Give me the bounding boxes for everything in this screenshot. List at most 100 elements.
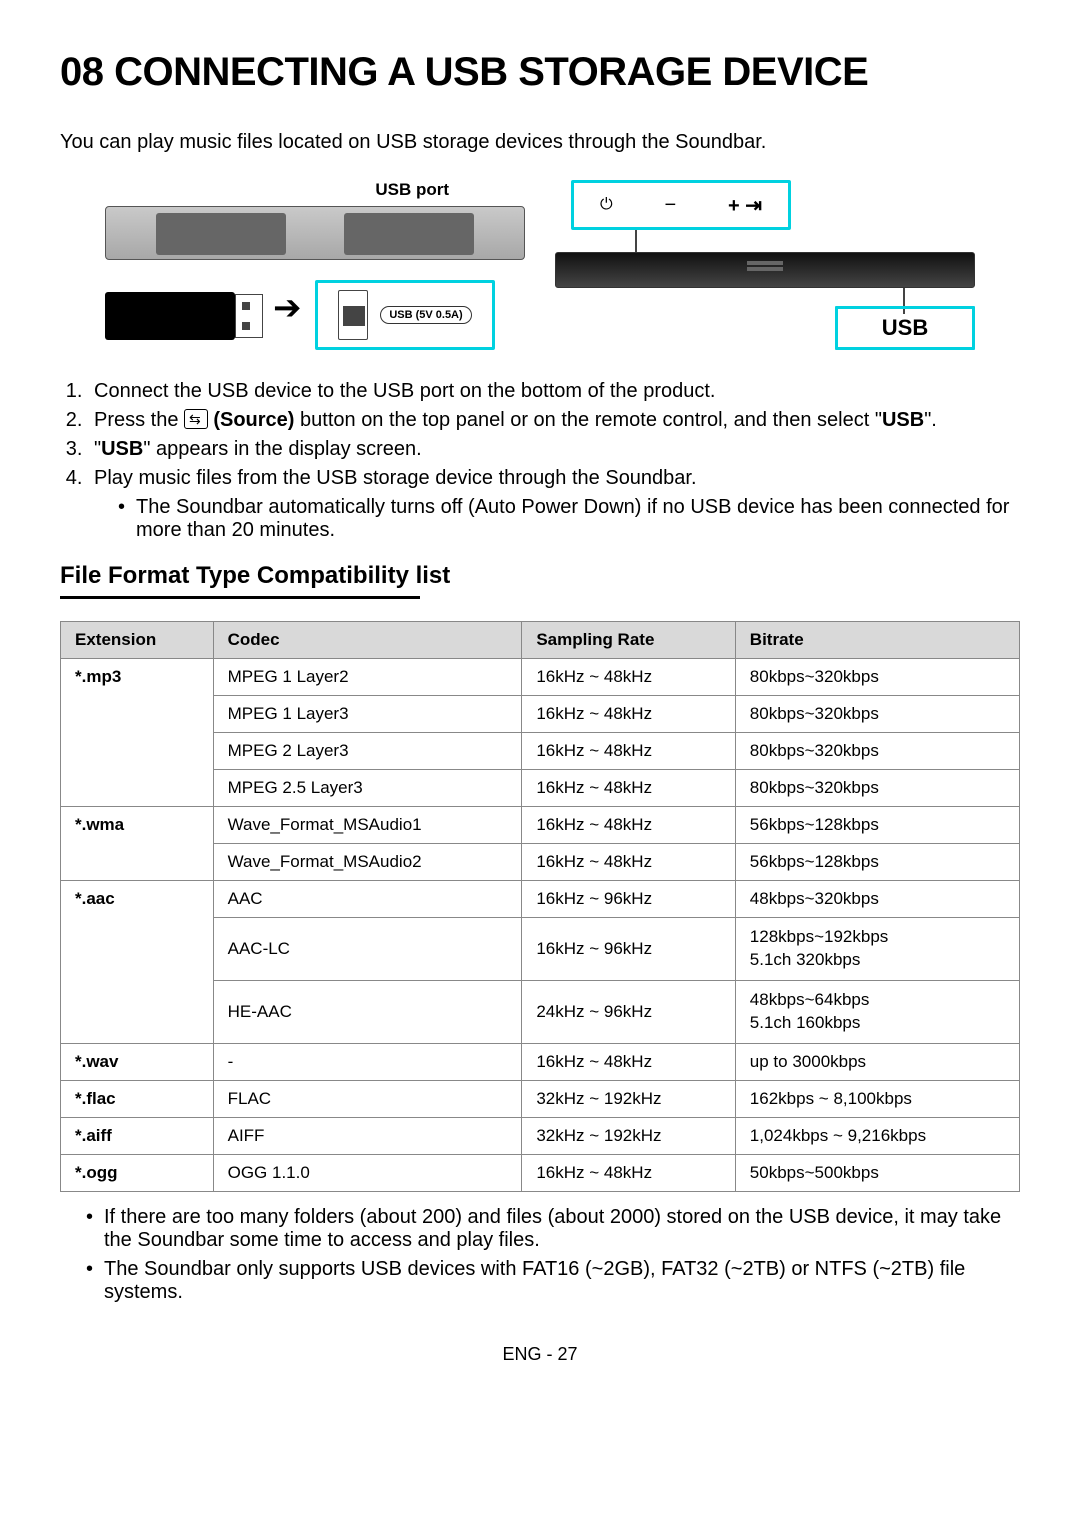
cell-bitrate: 80kbps~320kbps — [735, 770, 1019, 807]
usb-display-callout: USB — [835, 306, 975, 350]
cell-codec: AAC — [213, 881, 522, 918]
substeps: The Soundbar automatically turns off (Au… — [118, 496, 1020, 542]
page-title: 08 CONNECTING A USB STORAGE DEVICE — [60, 50, 1020, 95]
usb-5v-label: USB (5V 0.5A) — [380, 306, 471, 324]
top-panel-buttons: ⏻ − + ⇥ — [571, 180, 791, 230]
step-bold: USB — [101, 438, 143, 460]
step-1: Connect the USB device to the USB port o… — [88, 380, 1020, 403]
page-number: ENG - 27 — [60, 1344, 1020, 1365]
intro-text: You can play music files located on USB … — [60, 131, 1020, 154]
steps-list: Connect the USB device to the USB port o… — [78, 380, 1020, 542]
soundbar-top-illustration — [105, 206, 525, 260]
power-icon: ⏻ — [600, 196, 613, 214]
cell-codec: MPEG 2 Layer3 — [213, 733, 522, 770]
usb-stick-illustration — [105, 292, 235, 340]
table-row: *.wmaWave_Format_MSAudio116kHz ~ 48kHz56… — [61, 807, 1020, 844]
substep: The Soundbar automatically turns off (Au… — [118, 496, 1020, 542]
cell-codec: AAC-LC — [213, 918, 522, 981]
table-row: *.wav-16kHz ~ 48kHzup to 3000kbps — [61, 1043, 1020, 1080]
cell-extension: *.aiff — [61, 1117, 214, 1154]
cell-sampling-rate: 16kHz ~ 48kHz — [522, 733, 735, 770]
table-row: *.mp3MPEG 1 Layer216kHz ~ 48kHz80kbps~32… — [61, 659, 1020, 696]
note-item: The Soundbar only supports USB devices w… — [86, 1258, 1020, 1304]
callout-line — [635, 230, 637, 252]
th-bitrate: Bitrate — [735, 622, 1019, 659]
plus-source-icon: + ⇥ — [728, 193, 762, 218]
cell-bitrate: 56kbps~128kbps — [735, 844, 1019, 881]
cell-codec: MPEG 1 Layer2 — [213, 659, 522, 696]
step-3: "USB" appears in the display screen. — [88, 438, 1020, 461]
th-codec: Codec — [213, 622, 522, 659]
cell-extension: *.mp3 — [61, 659, 214, 807]
th-sampling-rate: Sampling Rate — [522, 622, 735, 659]
arrow-icon: ➔ — [273, 288, 302, 328]
cell-extension: *.wav — [61, 1043, 214, 1080]
diagram-usb-connection: USB port ➔ USB (5V 0.5A) — [105, 180, 525, 350]
cell-bitrate: 80kbps~320kbps — [735, 659, 1019, 696]
diagram-row: USB port ➔ USB (5V 0.5A) ⏻ − + ⇥ USB — [60, 180, 1020, 350]
cell-sampling-rate: 16kHz ~ 48kHz — [522, 1043, 735, 1080]
cell-codec: - — [213, 1043, 522, 1080]
cell-codec: MPEG 1 Layer3 — [213, 696, 522, 733]
cell-extension: *.wma — [61, 807, 214, 881]
step-text: Press the — [94, 409, 184, 431]
cell-sampling-rate: 16kHz ~ 96kHz — [522, 918, 735, 981]
cell-extension: *.ogg — [61, 1154, 214, 1191]
cell-bitrate: 80kbps~320kbps — [735, 696, 1019, 733]
step-text: Play music files from the USB storage de… — [94, 467, 697, 489]
cell-bitrate: 1,024kbps ~ 9,216kbps — [735, 1117, 1019, 1154]
step-text: Connect the USB device to the USB port o… — [94, 380, 715, 402]
source-icon: ⇆ — [184, 409, 208, 429]
table-header-row: Extension Codec Sampling Rate Bitrate — [61, 622, 1020, 659]
cell-sampling-rate: 16kHz ~ 48kHz — [522, 844, 735, 881]
table-row: *.oggOGG 1.1.016kHz ~ 48kHz50kbps~500kbp… — [61, 1154, 1020, 1191]
cell-bitrate: 128kbps~192kbps5.1ch 320kbps — [735, 918, 1019, 981]
soundbar-side-illustration — [555, 252, 975, 288]
table-row: *.aacAAC16kHz ~ 96kHz48kbps~320kbps — [61, 881, 1020, 918]
usb-socket-box: USB (5V 0.5A) — [315, 280, 495, 350]
compatibility-table: Extension Codec Sampling Rate Bitrate *.… — [60, 621, 1020, 1192]
cell-sampling-rate: 16kHz ~ 48kHz — [522, 659, 735, 696]
usb-socket-icon — [338, 290, 368, 340]
cell-codec: MPEG 2.5 Layer3 — [213, 770, 522, 807]
cell-bitrate: 48kbps~320kbps — [735, 881, 1019, 918]
cell-sampling-rate: 24kHz ~ 96kHz — [522, 980, 735, 1043]
cell-codec: HE-AAC — [213, 980, 522, 1043]
diagram-display: ⏻ − + ⇥ USB — [555, 180, 975, 350]
step-2: Press the ⇆ (Source) button on the top p… — [88, 409, 1020, 432]
cell-bitrate: 80kbps~320kbps — [735, 733, 1019, 770]
step-4: Play music files from the USB storage de… — [88, 467, 1020, 542]
table-row: *.flacFLAC32kHz ~ 192kHz162kbps ~ 8,100k… — [61, 1080, 1020, 1117]
cell-bitrate: 50kbps~500kbps — [735, 1154, 1019, 1191]
step-text: ". — [924, 409, 937, 431]
cell-sampling-rate: 16kHz ~ 96kHz — [522, 881, 735, 918]
cell-sampling-rate: 32kHz ~ 192kHz — [522, 1117, 735, 1154]
cell-sampling-rate: 16kHz ~ 48kHz — [522, 696, 735, 733]
cell-sampling-rate: 32kHz ~ 192kHz — [522, 1080, 735, 1117]
section-heading: File Format Type Compatibility list — [60, 562, 1020, 590]
step-text: button on the top panel or on the remote… — [294, 409, 882, 431]
cell-codec: OGG 1.1.0 — [213, 1154, 522, 1191]
cell-sampling-rate: 16kHz ~ 48kHz — [522, 1154, 735, 1191]
usb-port-label: USB port — [375, 180, 449, 200]
cell-bitrate: 162kbps ~ 8,100kbps — [735, 1080, 1019, 1117]
cell-sampling-rate: 16kHz ~ 48kHz — [522, 807, 735, 844]
usb-plug-illustration — [235, 294, 263, 338]
cell-sampling-rate: 16kHz ~ 48kHz — [522, 770, 735, 807]
step-bold: (Source) — [208, 409, 295, 431]
step-text: " appears in the display screen. — [143, 438, 421, 460]
table-row: *.aiffAIFF32kHz ~ 192kHz1,024kbps ~ 9,21… — [61, 1117, 1020, 1154]
note-item: If there are too many folders (about 200… — [86, 1206, 1020, 1252]
cell-extension: *.flac — [61, 1080, 214, 1117]
cell-codec: FLAC — [213, 1080, 522, 1117]
th-extension: Extension — [61, 622, 214, 659]
cell-extension: *.aac — [61, 881, 214, 1044]
cell-bitrate: up to 3000kbps — [735, 1043, 1019, 1080]
cell-codec: Wave_Format_MSAudio2 — [213, 844, 522, 881]
section-underline — [60, 596, 420, 599]
cell-codec: AIFF — [213, 1117, 522, 1154]
cell-bitrate: 56kbps~128kbps — [735, 807, 1019, 844]
cell-codec: Wave_Format_MSAudio1 — [213, 807, 522, 844]
cell-bitrate: 48kbps~64kbps5.1ch 160kbps — [735, 980, 1019, 1043]
notes-list: If there are too many folders (about 200… — [86, 1206, 1020, 1304]
